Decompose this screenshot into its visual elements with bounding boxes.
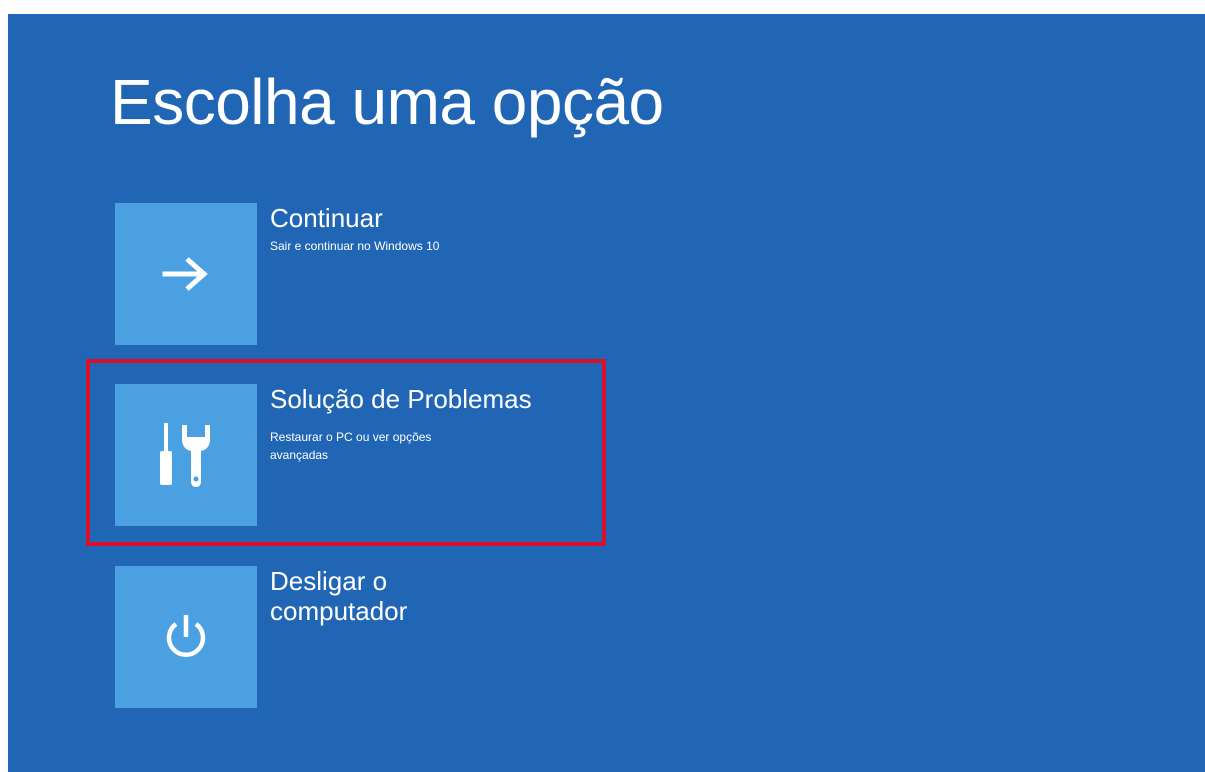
continue-description: Sair e continuar no Windows 10	[270, 239, 440, 253]
continue-tile[interactable]	[115, 203, 257, 345]
troubleshoot-tile[interactable]	[115, 384, 257, 526]
continue-option[interactable]: Continuar Sair e continuar no Windows 10	[115, 203, 595, 345]
troubleshoot-description: Restaurar o PC ou ver opções avançadas	[270, 430, 432, 462]
power-icon	[166, 615, 206, 657]
troubleshoot-option[interactable]: Solução de Problemas Restaurar o PC ou v…	[115, 384, 595, 526]
shutdown-title: Desligar o computador	[270, 566, 408, 626]
troubleshoot-title: Solução de Problemas	[270, 384, 532, 414]
arrow-right-icon	[162, 257, 208, 291]
page-title: Escolha uma opção	[110, 66, 664, 138]
shutdown-option[interactable]: Desligar o computador	[115, 566, 595, 708]
shutdown-tile[interactable]	[115, 566, 257, 708]
tools-icon	[160, 423, 210, 487]
continue-title: Continuar	[270, 203, 383, 233]
recovery-screen: Escolha uma opção Continuar Sair e conti…	[8, 14, 1205, 772]
